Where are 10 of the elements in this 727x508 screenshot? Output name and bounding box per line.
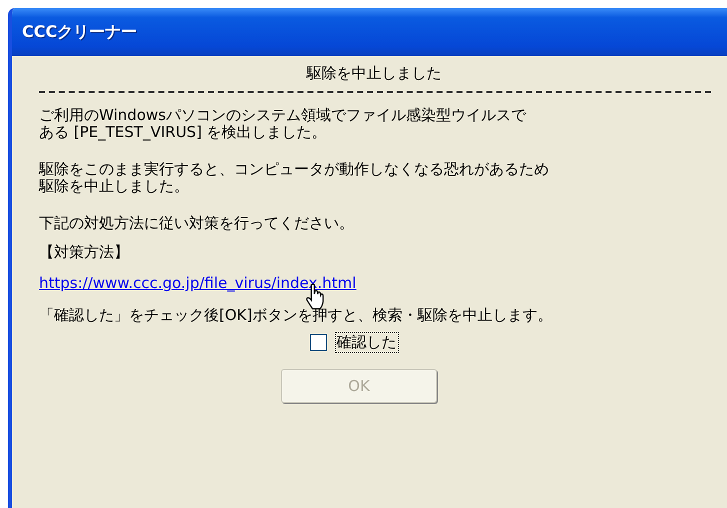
message-paragraph: 駆除をこのまま実行すると、コンピュータが動作しなくなる恐れがあるため 駆除を中止しました。: [39, 161, 550, 195]
confirm-checkbox[interactable]: [310, 334, 326, 351]
message-paragraph: ご利用のWindowsパソコンのシステム領域でファイル感染型ウイルスで ある [PE_TEST_VIRUS] を検出しました。: [39, 107, 528, 141]
method-label: 【対策方法】: [39, 244, 130, 261]
help-link[interactable]: https://www.ccc.go.jp/file_virus/index.html: [39, 274, 356, 292]
note-text: 「確認した」をチェック後[OK]ボタンを押すと、検索・駆除を中止します。: [39, 307, 554, 324]
dialog-heading: 駆除を中止しました: [305, 64, 442, 83]
instruction-text: 下記の対処方法に従い対策を行ってください。: [39, 215, 355, 232]
window-title: CCCクリーナー: [22, 22, 138, 42]
checkbox-label[interactable]: 確認した: [334, 332, 398, 353]
